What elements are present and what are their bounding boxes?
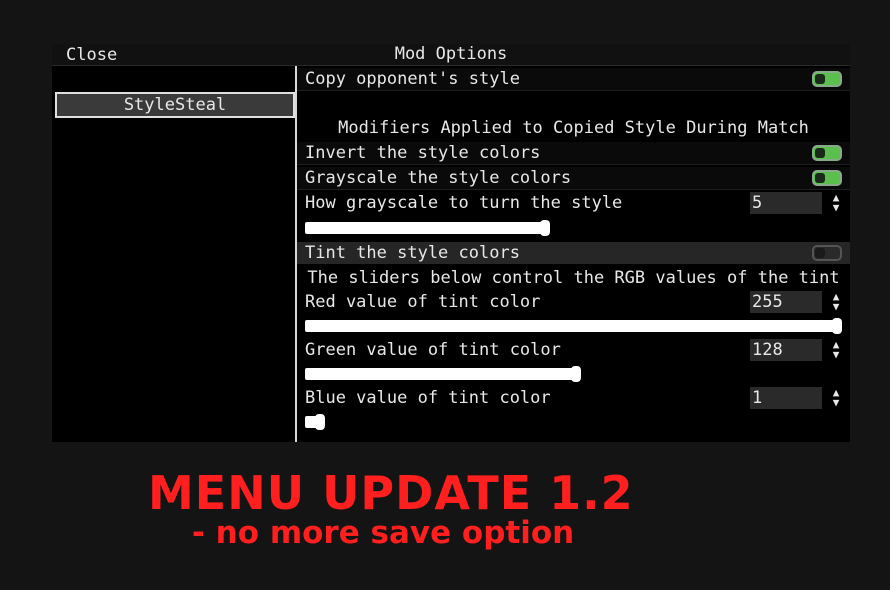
tint-toggle[interactable] [812, 245, 842, 261]
tint-row: Tint the style colors [297, 242, 850, 264]
green-stepper-icon[interactable]: ▲ ▼ [828, 339, 844, 360]
toggle-knob [815, 248, 825, 258]
grayscale-amount-input[interactable]: 5 [750, 192, 822, 214]
banner-title: MENU UPDATE 1.2 [148, 466, 634, 520]
grayscale-amount-label: How grayscale to turn the style [305, 193, 623, 213]
red-value-input[interactable]: 255 [750, 291, 822, 313]
green-slider-handle[interactable] [571, 366, 581, 382]
toggle-knob [815, 148, 825, 158]
grayscale-amount-row: How grayscale to turn the style 5 ▲ ▼ [297, 192, 850, 214]
title-bar: Close Mod Options [52, 44, 850, 66]
red-stepper-icon[interactable]: ▲ ▼ [828, 291, 844, 312]
copy-style-label: Copy opponent's style [305, 69, 520, 89]
sidebar: StyleSteal [52, 66, 297, 442]
copy-style-row: Copy opponent's style [297, 68, 850, 91]
blue-label: Blue value of tint color [305, 388, 551, 408]
red-row: Red value of tint color 255 ▲ ▼ [297, 291, 850, 313]
blue-value-input[interactable]: 1 [750, 387, 822, 409]
sidebar-item-stylesteal[interactable]: StyleSteal [55, 92, 295, 118]
grayscale-label: Grayscale the style colors [305, 168, 572, 188]
green-row: Green value of tint color 128 ▲ ▼ [297, 339, 850, 361]
grayscale-amount-stepper-icon[interactable]: ▲ ▼ [828, 192, 844, 213]
red-slider-handle[interactable] [832, 318, 842, 334]
mod-options-panel: Close Mod Options StyleSteal Copy oppone… [52, 44, 850, 442]
grayscale-slider-handle[interactable] [540, 220, 550, 236]
blue-stepper-icon[interactable]: ▲ ▼ [828, 387, 844, 408]
toggle-knob [815, 173, 825, 183]
tint-label: Tint the style colors [305, 243, 520, 263]
blue-slider-handle[interactable] [315, 414, 325, 430]
invert-toggle[interactable] [812, 145, 842, 161]
blue-row: Blue value of tint color 1 ▲ ▼ [297, 387, 850, 409]
banner-subtitle: - no more save option [192, 515, 575, 551]
tint-header: The sliders below control the RGB values… [307, 268, 840, 288]
red-label: Red value of tint color [305, 292, 541, 312]
copy-style-toggle[interactable] [812, 71, 842, 87]
panel-title: Mod Options [394, 44, 508, 64]
invert-row: Invert the style colors [297, 142, 850, 165]
modifiers-header: Modifiers Applied to Copied Style During… [338, 118, 809, 138]
red-slider-track[interactable] [305, 320, 840, 332]
options-content: Copy opponent's style Modifiers Applied … [297, 66, 850, 442]
invert-label: Invert the style colors [305, 143, 541, 163]
grayscale-toggle[interactable] [812, 170, 842, 186]
green-label: Green value of tint color [305, 340, 561, 360]
grayscale-slider-track[interactable] [305, 222, 545, 234]
toggle-knob [815, 74, 825, 84]
green-slider-track[interactable] [305, 368, 578, 380]
grayscale-row: Grayscale the style colors [297, 167, 850, 190]
green-value-input[interactable]: 128 [750, 339, 822, 361]
